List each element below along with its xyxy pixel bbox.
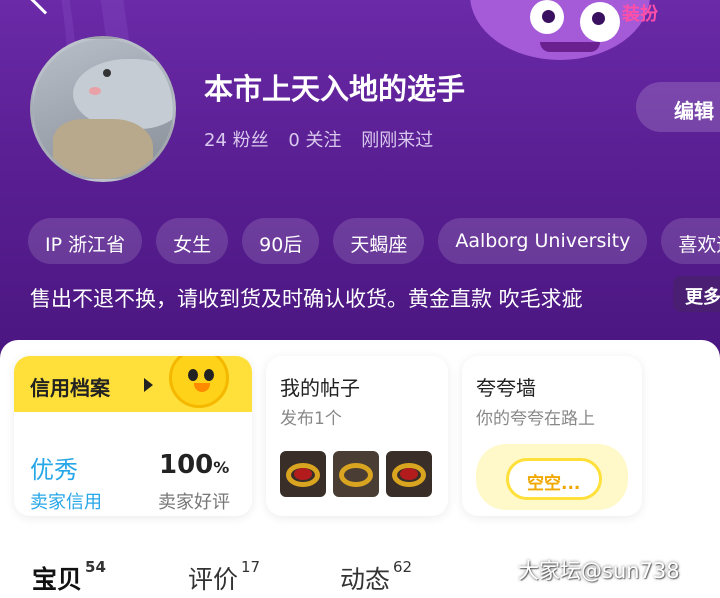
- praise-empty-bubble: 空空...: [506, 458, 602, 500]
- seller-credit-grade: 优秀: [30, 456, 78, 484]
- following-count[interactable]: 0 关注: [288, 130, 341, 151]
- profile-bio: 售出不退不换，请收到货及时确认收货。黄金直款 吹毛求疵: [30, 287, 583, 311]
- posts-card-subtitle: 发布1个: [280, 409, 342, 429]
- tab-activity[interactable]: 动态 62: [340, 558, 413, 596]
- play-arrow-icon: [144, 378, 153, 392]
- tab-label: 宝贝: [32, 565, 83, 594]
- tag-hobby: 喜欢运: [661, 218, 720, 264]
- profile-stats: 24 粉丝 0 关注 刚刚来过: [204, 126, 447, 152]
- tab-label: 评价: [188, 565, 239, 594]
- credit-card-title: 信用档案: [30, 376, 110, 400]
- posts-card-title: 我的帖子: [280, 376, 360, 400]
- tab-label: 动态: [340, 565, 391, 594]
- tab-count: 62: [393, 558, 413, 576]
- post-thumbnail[interactable]: [280, 451, 326, 497]
- bio-more-button[interactable]: 更多: [673, 276, 720, 312]
- praise-card-subtitle: 你的夸夸在路上: [476, 409, 595, 429]
- tab-count: 17: [241, 558, 261, 576]
- tag-zodiac: 天蝎座: [333, 218, 425, 264]
- avatar[interactable]: [30, 36, 176, 182]
- last-seen: 刚刚来过: [361, 130, 434, 151]
- tab-items[interactable]: 宝贝 54: [32, 558, 106, 596]
- praise-wall-card[interactable]: 夸夸墙 你的夸夸在路上 空空...: [462, 356, 642, 516]
- seller-credit-label: 卖家信用: [30, 492, 102, 513]
- tag-school: Aalborg University: [438, 218, 648, 264]
- tag-age: 90后: [242, 218, 320, 264]
- tab-reviews[interactable]: 评价 17: [188, 558, 261, 596]
- username: 本市上天入地的选手: [204, 72, 466, 106]
- edit-profile-button[interactable]: 编辑: [636, 82, 720, 132]
- dress-up-button[interactable]: 装扮: [622, 0, 658, 26]
- post-thumbnail[interactable]: [333, 451, 379, 497]
- positive-rating-label: 卖家好评: [158, 492, 230, 513]
- post-thumbnail[interactable]: [386, 451, 432, 497]
- tab-count: 54: [85, 558, 106, 576]
- tag-ip: IP 浙江省: [28, 218, 143, 264]
- profile-header: Д 装扮 本市上天入地的选手 24 粉丝 0 关注 刚刚来过 编辑 IP 浙江省…: [0, 0, 720, 360]
- fans-count[interactable]: 24 粉丝: [204, 130, 269, 151]
- positive-rating: 100%: [159, 450, 230, 480]
- credit-profile-card[interactable]: 信用档案 优秀 卖家信用 100% 卖家好评: [14, 356, 252, 516]
- my-posts-card[interactable]: 我的帖子 发布1个: [266, 356, 448, 516]
- tag-gender: 女生: [156, 218, 229, 264]
- forum-watermark: 大家坛@sun738: [518, 559, 680, 583]
- profile-tags: IP 浙江省 女生 90后 天蝎座 Aalborg University 喜欢运: [28, 218, 720, 264]
- praise-card-title: 夸夸墙: [476, 376, 536, 400]
